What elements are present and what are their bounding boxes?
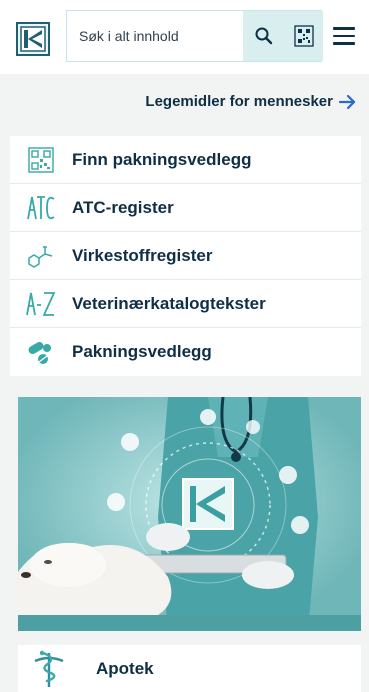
- menu-item-atc-register[interactable]: ATC-register: [10, 184, 361, 232]
- hamburger-menu-button[interactable]: [330, 22, 358, 50]
- main-menu-list: Finn pakningsvedlegg ATC-register Virkes…: [10, 136, 361, 376]
- search-button[interactable]: [243, 11, 285, 61]
- human-medicines-link[interactable]: Legemidler for mennesker: [145, 93, 357, 110]
- menu-bar-icon: [333, 27, 355, 30]
- menu-item-finn-pakningsvedlegg[interactable]: Finn pakningsvedlegg: [10, 136, 361, 184]
- menu-item-virkestoffregister[interactable]: Virkestoffregister: [10, 232, 361, 280]
- logo-icon: [20, 26, 46, 52]
- apotek-link[interactable]: Apotek: [18, 645, 361, 692]
- menu-label-virkestoffregister: Virkestoffregister: [72, 245, 213, 265]
- human-medicines-label: Legemidler for mennesker: [145, 93, 333, 110]
- qr-code-icon: [10, 136, 72, 184]
- menu-label-veterinaerkatalogtekster: Veterinærkatalogtekster: [72, 293, 266, 313]
- scan-button[interactable]: [285, 11, 323, 61]
- menu-item-veterinaerkatalogtekster[interactable]: Veterinærkatalogtekster: [10, 280, 361, 328]
- search-input[interactable]: [67, 11, 243, 61]
- atc-icon: [10, 184, 72, 232]
- menu-label-finn-pakningsvedlegg: Finn pakningsvedlegg: [72, 149, 252, 169]
- apotek-label: Apotek: [96, 658, 154, 678]
- menu-label-atc-register: ATC-register: [72, 197, 174, 217]
- arrow-right-icon: [339, 94, 356, 109]
- menu-item-pakningsvedlegg[interactable]: Pakningsvedlegg: [10, 328, 361, 376]
- header: [0, 0, 369, 74]
- a-z-icon: [10, 280, 72, 328]
- menu-bar-icon: [333, 34, 355, 38]
- menu-label-pakningsvedlegg: Pakningsvedlegg: [72, 342, 212, 361]
- molecule-icon: [10, 232, 72, 280]
- search-bar: [66, 10, 323, 62]
- menu-bar-icon: [333, 42, 355, 45]
- pharmacy-snake-icon: [18, 645, 80, 692]
- hero-veterinarian-image: [18, 397, 361, 631]
- felleskatalogen-logo[interactable]: [16, 22, 50, 56]
- pills-icon: [10, 328, 72, 376]
- barcode-scan-icon: [294, 25, 314, 47]
- search-icon: [255, 27, 273, 45]
